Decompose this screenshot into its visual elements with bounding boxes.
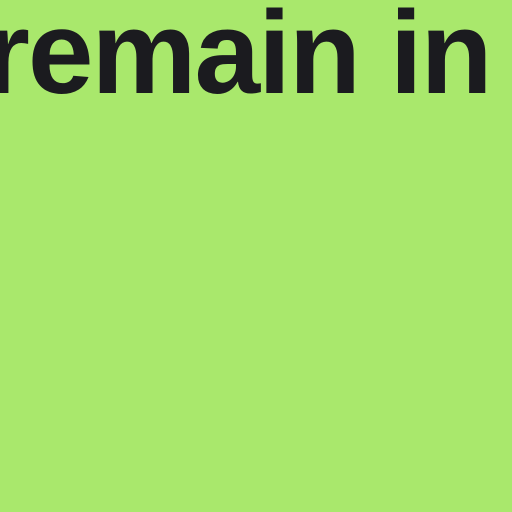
green-panel: remain in (0, 0, 512, 512)
headline-text: remain in (0, 0, 493, 119)
